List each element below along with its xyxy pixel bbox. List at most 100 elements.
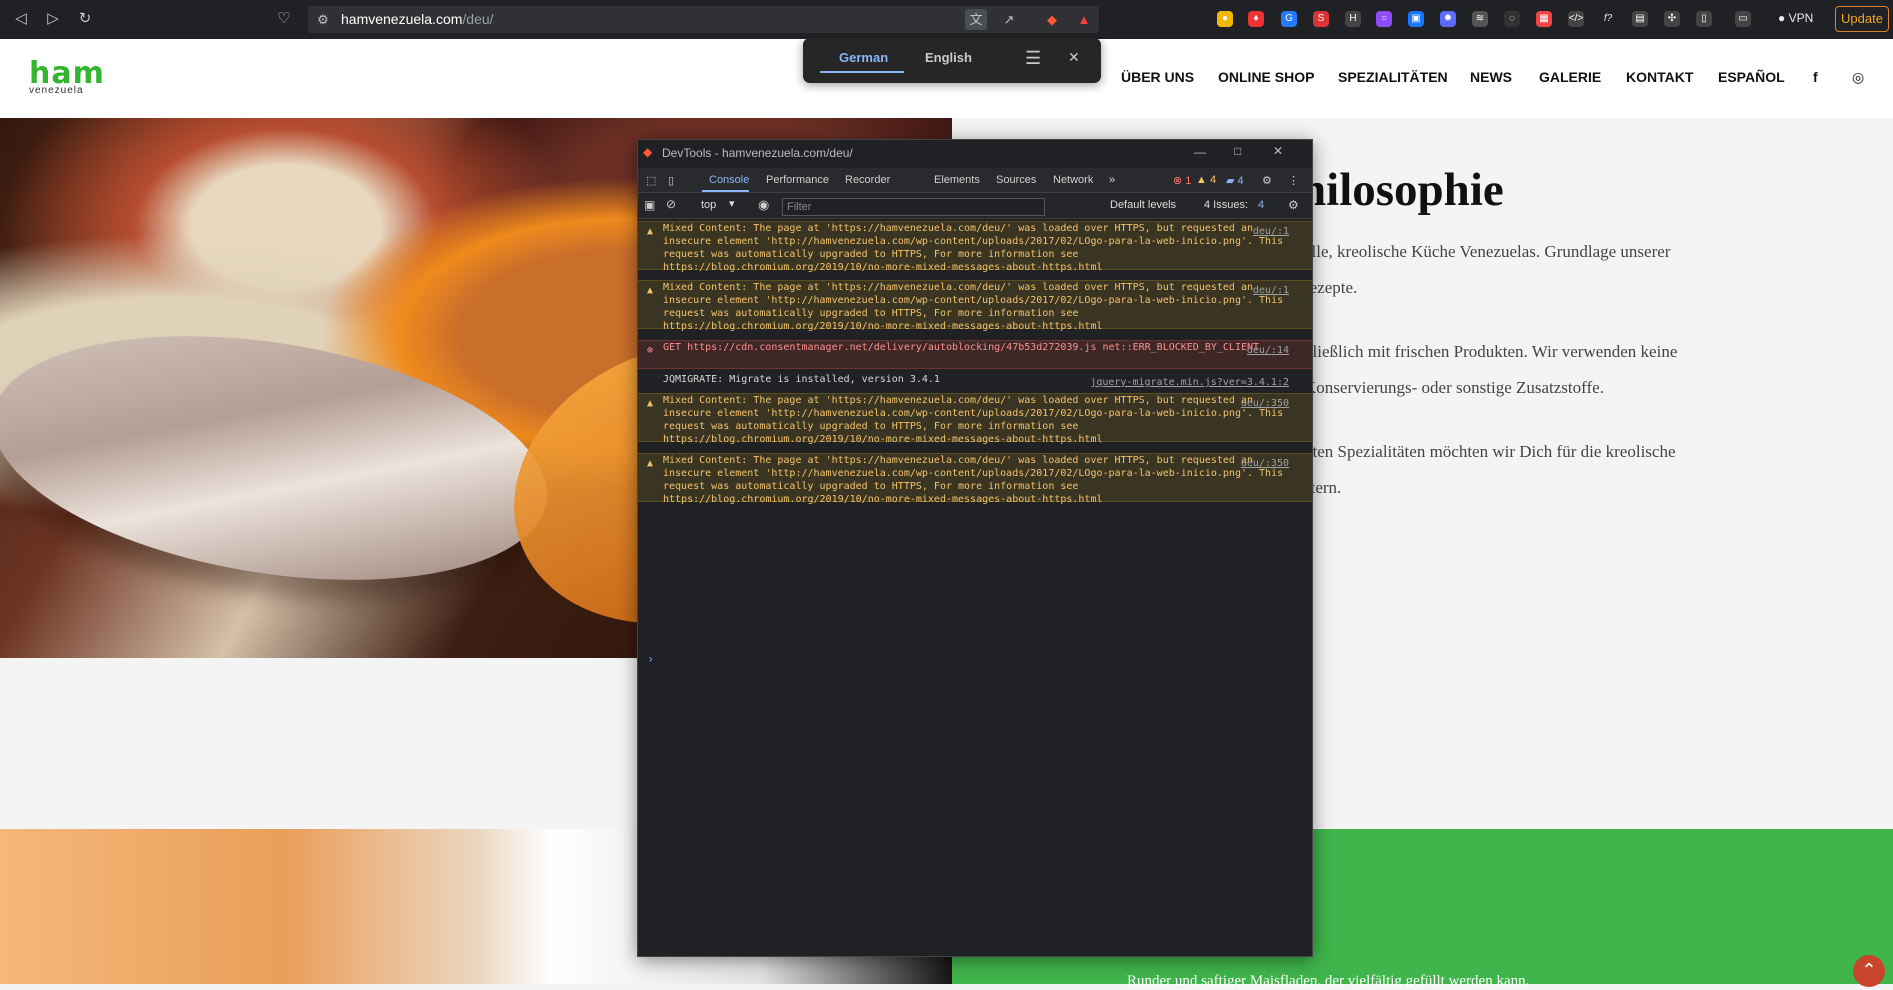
sidebar-toggle-icon[interactable]: ▣ <box>644 198 655 212</box>
facebook-icon[interactable]: f <box>1813 69 1818 85</box>
more-options-icon[interactable]: ⋮ <box>1288 174 1299 187</box>
bookmark-icon[interactable]: ♡ <box>273 8 295 30</box>
console-warning[interactable]: ▲ Mixed Content: The page at 'https://ham… <box>638 393 1312 445</box>
tab-elements[interactable]: Elements <box>934 174 980 186</box>
vpn-button[interactable]: ● VPN <box>1778 11 1813 25</box>
error-count-badge[interactable]: ⊗ 1 <box>1173 174 1191 187</box>
clear-console-icon[interactable]: ⊘ <box>666 197 676 211</box>
extension-icon[interactable]: ▦ <box>1536 11 1552 27</box>
extension-icon[interactable]: ✹ <box>1440 11 1456 27</box>
forward-icon[interactable]: ▷ <box>42 8 64 30</box>
nav-spezialitaeten[interactable]: SPEZIALITÄTEN <box>1338 69 1448 85</box>
minimize-icon[interactable]: — <box>1194 145 1206 159</box>
address-bar[interactable]: ⚙ hamvenezuela.com/deu/ 文 ↗ ◆ ▲ <box>308 6 1099 33</box>
console-prompt[interactable]: › <box>647 652 654 666</box>
vpn-label: VPN <box>1788 11 1814 25</box>
puzzle-icon[interactable]: ✣ <box>1664 11 1680 27</box>
extension-icon[interactable]: ○ <box>1376 11 1392 27</box>
extension-icon[interactable]: ◌ <box>1504 11 1520 27</box>
source-link[interactable]: deu/:350 <box>1241 397 1289 410</box>
extension-icon[interactable]: ▣ <box>1408 11 1424 27</box>
brave-icon: ◆ <box>643 145 653 159</box>
browser-toolbar: ◁ ▷ ↻ ♡ ⚙ hamvenezuela.com/deu/ 文 ↗ ◆ ▲ … <box>0 0 1893 39</box>
shield-icon[interactable]: ♦ <box>1248 11 1264 27</box>
menu-icon[interactable]: ☰ <box>1025 48 1041 69</box>
error-icon: ⊗ <box>647 345 654 356</box>
console-warning[interactable]: ▲ Mixed Content: The page at 'https://ham… <box>638 280 1312 332</box>
eye-icon[interactable]: ◉ <box>758 197 769 213</box>
source-link[interactable]: deu/:1 <box>1253 284 1289 297</box>
database-icon[interactable]: ≋ <box>1472 11 1488 27</box>
site-info-icon[interactable]: ⚙ <box>312 9 334 30</box>
console-message-text: GET https://cdn.consentmanager.net/deliv… <box>663 342 1260 353</box>
extension-icon[interactable]: ▤ <box>1632 11 1648 27</box>
tab-network[interactable]: Network <box>1053 174 1093 186</box>
share-icon[interactable]: ↗ <box>998 9 1020 30</box>
nav-espanol[interactable]: ESPAÑOL <box>1718 69 1785 85</box>
console-warning[interactable]: ▲ Mixed Content: The page at 'https://ham… <box>638 221 1312 273</box>
function-icon[interactable]: f? <box>1600 11 1616 27</box>
issues-label[interactable]: 4 Issues: <box>1204 199 1248 211</box>
extension-icon[interactable]: ● <box>1217 11 1233 27</box>
back-icon[interactable]: ◁ <box>10 8 32 30</box>
console-error[interactable]: ⊗ GET https://cdn.consentmanager.net/deli… <box>638 340 1312 369</box>
translate-icon[interactable]: 文 <box>965 9 987 30</box>
error-count: 1 <box>1185 175 1192 187</box>
context-selector[interactable]: top <box>701 199 716 211</box>
translate-extension-icon[interactable]: G <box>1281 11 1297 27</box>
nav-online-shop[interactable]: ONLINE SHOP <box>1218 69 1314 85</box>
page-heading: hilosophie <box>1300 164 1504 216</box>
logo-subtitle: venezuela <box>29 85 84 96</box>
instagram-icon[interactable]: ◎ <box>1852 69 1864 86</box>
console-message-text: Mixed Content: The page at 'https://hamv… <box>663 455 1284 505</box>
tab-recorder[interactable]: Recorder <box>845 174 890 186</box>
devtools-titlebar: ◆ DevTools - hamvenezuela.com/deu/ — □ ✕ <box>638 140 1312 166</box>
console-toolbar: ▣ ⊘ top ▾ ◉ Filter Default levels 4 Issu… <box>638 193 1312 219</box>
code-icon[interactable]: </> <box>1568 11 1584 27</box>
source-link[interactable]: deu/:14 <box>1247 344 1289 357</box>
nav-news[interactable]: NEWS <box>1470 69 1512 85</box>
tab-sources[interactable]: Sources <box>996 174 1036 186</box>
issues-count[interactable]: 4 <box>1258 199 1264 211</box>
inspect-icon[interactable]: ⬚ <box>646 174 656 187</box>
default-levels-dropdown[interactable]: Default levels <box>1110 199 1176 211</box>
warning-count-badge[interactable]: ▲ 4 <box>1196 174 1216 186</box>
reload-icon[interactable]: ↻ <box>74 8 96 30</box>
url-text[interactable]: hamvenezuela.com/deu/ <box>341 11 494 27</box>
site-logo[interactable]: ham venezuela <box>28 56 104 97</box>
more-tabs-icon[interactable]: » <box>1109 174 1115 186</box>
console-message-text: Mixed Content: The page at 'https://hamv… <box>663 395 1284 445</box>
source-link[interactable]: deu/:350 <box>1241 457 1289 470</box>
extension-icon[interactable]: H <box>1345 11 1361 27</box>
brave-rewards-icon[interactable]: ▲ <box>1073 9 1095 30</box>
tab-performance[interactable]: Performance <box>766 174 829 186</box>
devtools-window: ◆ DevTools - hamvenezuela.com/deu/ — □ ✕… <box>637 139 1313 957</box>
close-icon[interactable]: ✕ <box>1273 144 1283 158</box>
scroll-to-top-button[interactable]: ⌃ <box>1853 955 1885 987</box>
translate-popup: German English ☰ ✕ <box>803 38 1101 83</box>
close-icon[interactable]: ✕ <box>1068 49 1080 66</box>
wallet-icon[interactable]: ▭ <box>1735 11 1751 27</box>
extension-icon[interactable]: S <box>1313 11 1329 27</box>
selected-tab-indicator <box>820 71 904 73</box>
sidebar-icon[interactable]: ▯ <box>1696 11 1712 27</box>
brave-shields-icon[interactable]: ◆ <box>1041 9 1063 30</box>
tab-english[interactable]: English <box>925 50 972 65</box>
console-settings-icon[interactable]: ⚙ <box>1288 198 1299 212</box>
console-info[interactable]: JQMIGRATE: Migrate is installed, version… <box>638 373 1312 391</box>
console-filter-input[interactable]: Filter <box>782 198 1045 216</box>
issue-count-badge[interactable]: ▰ 4 <box>1226 174 1244 187</box>
maximize-icon[interactable]: □ <box>1234 144 1241 158</box>
settings-icon[interactable]: ⚙ <box>1262 174 1272 187</box>
tab-german[interactable]: German <box>839 50 888 65</box>
update-button[interactable]: Update <box>1835 6 1889 32</box>
source-link[interactable]: jquery-migrate.min.js?ver=3.4.1:2 <box>1090 376 1289 389</box>
console-warning[interactable]: ▲ Mixed Content: The page at 'https://ham… <box>638 453 1312 505</box>
nav-kontakt[interactable]: KONTAKT <box>1626 69 1693 85</box>
nav-ueber-uns[interactable]: ÜBER UNS <box>1121 69 1194 85</box>
filter-placeholder: Filter <box>787 201 812 213</box>
nav-galerie[interactable]: GALERIE <box>1539 69 1601 85</box>
tab-console[interactable]: Console <box>709 174 749 186</box>
device-icon[interactable]: ▯ <box>668 174 674 187</box>
source-link[interactable]: deu/:1 <box>1253 225 1289 238</box>
